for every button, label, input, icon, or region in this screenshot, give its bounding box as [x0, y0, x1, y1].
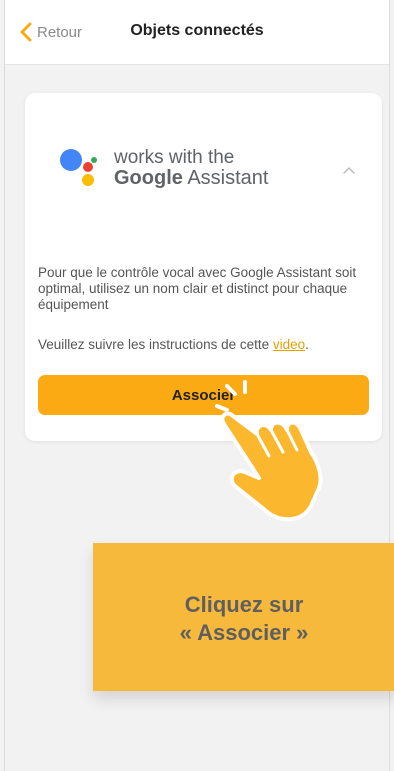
google-assistant-logo-icon — [60, 149, 97, 186]
video-link[interactable]: video — [273, 337, 305, 352]
instruction-callout: Cliquez sur « Associer » — [93, 543, 394, 691]
callout-line2: « Associer » — [179, 620, 309, 645]
description-text: Pour que le contrôle vocal avec Google A… — [38, 265, 357, 312]
chevron-up-icon[interactable] — [342, 165, 356, 175]
top-bar: Retour Objets connectés — [5, 0, 389, 65]
ga-line1: works with the — [114, 147, 235, 168]
instructions-suffix: . — [305, 337, 309, 352]
page-title: Objets connectés — [130, 22, 264, 39]
google-assistant-wordmark: works with the Google Assistant — [114, 148, 269, 189]
instructions-text: Veuillez suivre les instructions de cett… — [38, 337, 373, 352]
app-screen: Retour Objets connectés works with the G… — [4, 0, 394, 771]
callout-text: Cliquez sur « Associer » — [180, 591, 309, 647]
ga-assistant-word: Assistant — [182, 166, 269, 189]
pointing-hand-icon — [215, 380, 323, 522]
ga-line2: Google Assistant — [114, 166, 269, 189]
ga-google-word: Google — [114, 166, 183, 189]
google-assistant-card: works with the Google Assistant Pour que… — [25, 93, 382, 441]
instructions-prefix: Veuillez suivre les instructions de cett… — [38, 337, 273, 352]
callout-line1: Cliquez sur — [184, 592, 304, 617]
